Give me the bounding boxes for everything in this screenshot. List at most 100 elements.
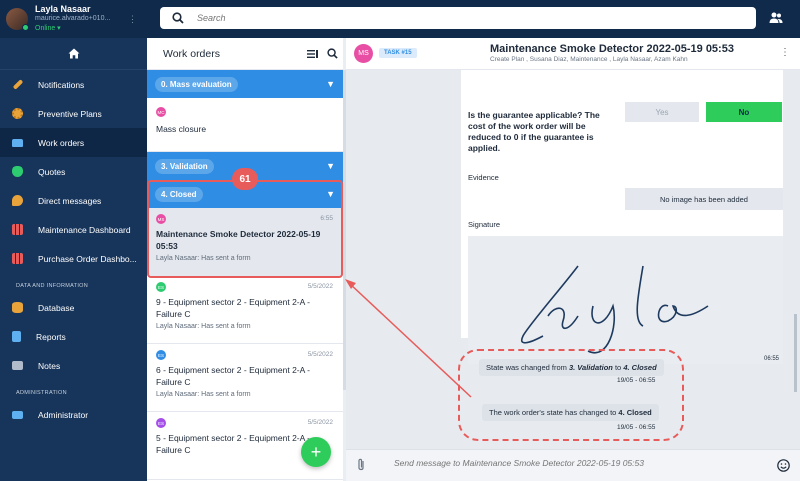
work-orders-title: Work orders — [163, 47, 220, 60]
chat-participants: Create Plan , Susana Diaz, Maintenance ,… — [490, 56, 688, 63]
message-composer — [346, 449, 800, 481]
folder-icon — [12, 361, 23, 370]
sidebar-item-reports[interactable]: Reports — [0, 322, 147, 351]
list-item-time: 5/5/2022 — [307, 419, 333, 426]
search-icon[interactable] — [327, 48, 338, 59]
sidebar-item-preventive-plans[interactable]: Preventive Plans — [0, 99, 147, 128]
money-bag-icon — [12, 166, 23, 177]
dashboard-grid-icon — [12, 253, 23, 264]
monitor-icon — [12, 410, 23, 419]
sidebar-section-data: DATA AND INFORMATION — [16, 283, 89, 289]
yes-button[interactable]: Yes — [625, 102, 699, 122]
sidebar-item-label: Purchase Order Dashbo... — [38, 253, 137, 264]
chevron-down-icon[interactable]: ▼ — [326, 161, 335, 171]
message-text: The work order's state has changed to — [489, 408, 619, 417]
form-card: Is the guarantee applicable? The cost of… — [461, 70, 783, 364]
sidebar-item-administrator[interactable]: Administrator — [0, 400, 147, 429]
sidebar-item-label: Notifications — [38, 79, 85, 90]
attachment-icon[interactable] — [356, 458, 366, 472]
search-input[interactable] — [197, 13, 697, 23]
list-item-subtitle: Layla Nasaar: Has sent a form — [156, 323, 251, 330]
sidebar-item-notifications[interactable]: Notifications — [0, 70, 147, 99]
sidebar-item-label: Administrator — [38, 409, 89, 420]
list-item[interactable]: ES 5/5/2022 6 - Equipment sector 2 - Equ… — [147, 344, 343, 412]
chat-scrollbar[interactable] — [794, 314, 797, 392]
plus-icon: + — [310, 441, 322, 462]
add-work-order-button[interactable]: + — [301, 437, 331, 467]
more-options-icon[interactable]: ⋮ — [780, 47, 790, 58]
chat-panel: MS TASK #15 Maintenance Smoke Detector 2… — [346, 38, 800, 481]
sidebar: Notifications Preventive Plans Work orde… — [0, 38, 147, 481]
briefcase-icon — [12, 138, 23, 147]
list-item-title: 9 - Equipment sector 2 - Equipment 2-A -… — [156, 297, 311, 319]
chat-bubble-icon — [12, 195, 23, 206]
sidebar-item-notes[interactable]: Notes — [0, 351, 147, 380]
search-bar[interactable] — [160, 7, 756, 29]
sidebar-item-work-orders[interactable]: Work orders — [0, 128, 147, 157]
highlight-box — [147, 180, 343, 278]
signature-image: 06:55 — [468, 236, 783, 364]
signature-label: Signature — [468, 220, 501, 229]
message-input[interactable] — [394, 458, 764, 468]
sidebar-item-quotes[interactable]: Quotes — [0, 157, 147, 186]
list-view-icon[interactable] — [307, 49, 318, 59]
task-tag[interactable]: TASK #15 — [379, 48, 417, 58]
message-text: State was changed from — [486, 363, 569, 372]
user-status[interactable]: Online ▾ — [35, 24, 110, 34]
sidebar-item-label: Work orders — [38, 137, 85, 148]
sidebar-item-label: Reports — [36, 331, 66, 342]
sidebar-item-label: Notes — [38, 360, 61, 371]
online-dot — [22, 24, 29, 31]
database-icon — [12, 302, 23, 313]
sidebar-item-label: Preventive Plans — [38, 108, 102, 119]
list-item-time: 5/5/2022 — [307, 283, 333, 290]
avatar: MS — [354, 44, 373, 63]
list-item-title: Mass closure — [156, 124, 207, 134]
work-orders-header: Work orders — [147, 38, 343, 70]
signature-timestamp: 06:55 — [763, 356, 779, 362]
callout-badge: 61 — [232, 168, 258, 190]
user-name: Layla Nasaar — [35, 4, 91, 14]
message-timestamp: 19/05 - 06:55 — [617, 377, 656, 384]
sidebar-item-maintenance-dashboard[interactable]: Maintenance Dashboard — [0, 215, 147, 244]
avatar: ES — [156, 418, 166, 428]
home-icon — [68, 48, 79, 59]
evidence-label: Evidence — [468, 173, 499, 182]
list-item-time: 5/5/2022 — [307, 351, 333, 358]
wrench-icon — [12, 79, 24, 90]
avatar[interactable] — [6, 8, 29, 31]
user-email: maurice.alvarado+010... — [35, 15, 111, 22]
system-message: State was changed from 3. Validation to … — [479, 359, 664, 376]
list-item[interactable]: ES 5/5/2022 9 - Equipment sector 2 - Equ… — [147, 276, 343, 344]
sidebar-item-label: Direct messages — [38, 195, 102, 206]
avatar: ES — [156, 350, 166, 360]
document-icon — [12, 331, 21, 342]
no-image-placeholder: No image has been added — [625, 188, 783, 210]
sidebar-section-admin: ADMINISTRATION — [16, 390, 67, 396]
sidebar-item-label: Database — [38, 302, 75, 313]
chat-header: MS TASK #15 Maintenance Smoke Detector 2… — [346, 38, 800, 70]
sidebar-item-label: Maintenance Dashboard — [38, 224, 131, 235]
sidebar-item-database[interactable]: Database — [0, 293, 147, 322]
dashboard-grid-icon — [12, 224, 23, 235]
group-header-mass-evaluation[interactable]: 0. Mass evaluation ▼ — [147, 70, 343, 98]
gear-icon — [12, 108, 23, 119]
emoji-icon[interactable] — [777, 459, 790, 472]
message-text: to — [612, 363, 624, 372]
group-label: 0. Mass evaluation — [155, 76, 238, 92]
message-timestamp: 19/05 - 06:55 — [617, 424, 656, 431]
group-label: 3. Validation — [155, 158, 214, 174]
chevron-down-icon[interactable]: ▼ — [326, 79, 335, 89]
home-button[interactable] — [0, 38, 147, 70]
no-button[interactable]: No — [706, 102, 782, 122]
chat-title: Maintenance Smoke Detector 2022-05-19 05… — [490, 43, 734, 55]
user-menu-icon[interactable]: ⋮ — [128, 14, 137, 25]
sidebar-item-purchase-order-dashboard[interactable]: Purchase Order Dashbo... — [0, 244, 147, 273]
user-profile[interactable]: Layla Nasaar maurice.alvarado+010... Onl… — [0, 0, 147, 38]
message-from-state: 3. Validation — [568, 363, 613, 372]
avatar: MC — [156, 107, 166, 117]
user-status-label: Online — [35, 25, 56, 32]
users-icon[interactable] — [769, 11, 783, 25]
list-item-mass-closure[interactable]: MC Mass closure — [147, 98, 343, 152]
sidebar-item-direct-messages[interactable]: Direct messages — [0, 186, 147, 215]
